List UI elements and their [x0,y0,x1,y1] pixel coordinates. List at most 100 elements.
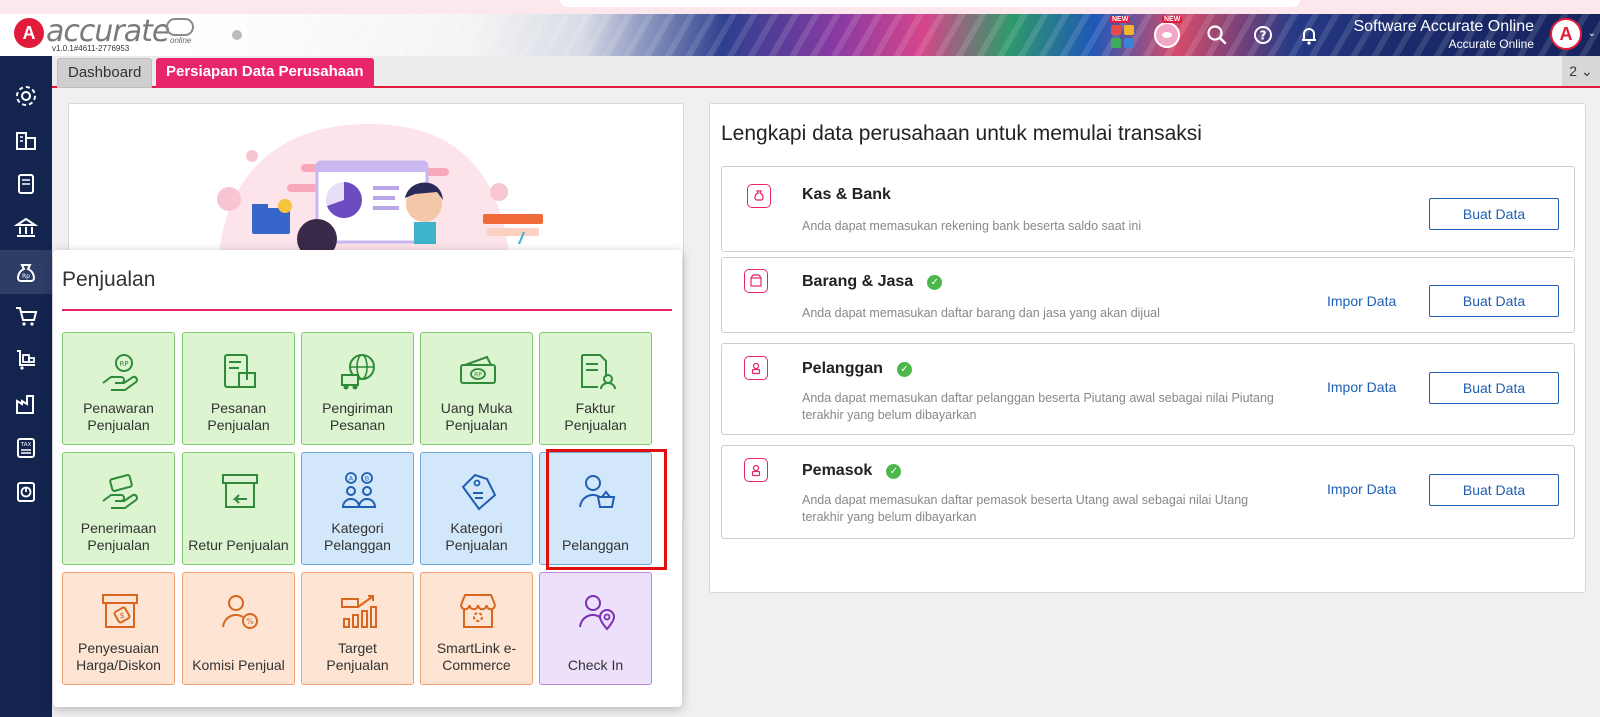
tab-dashboard[interactable]: Dashboard [57,58,153,88]
tile-label: Penerimaan Penjualan [80,520,157,553]
check-icon: ✓ [886,464,902,479]
chevron-down-icon[interactable]: ⌄ [1588,28,1596,39]
sidebar-item-tax[interactable]: TAX [0,426,52,470]
tile-label: Kategori Pelanggan [324,520,391,553]
app-version: v1.0.1#4611-2776953 [52,44,130,53]
tile-label: Kategori Penjualan [445,520,508,553]
tile-label: Faktur Penjualan [564,400,627,433]
people-category-icon: AB [341,472,377,508]
tile-label: Target Penjualan [326,640,389,673]
person-bag-icon [744,458,768,482]
svg-text:A: A [349,475,354,483]
hand-cash-icon [102,474,138,509]
highlight-box [546,449,667,570]
sidebar-item-bank[interactable] [0,206,52,250]
tile-penerimaan-penjualan[interactable]: Penerimaan Penjualan [62,452,175,565]
card-title: Pemasok ✓ [802,462,902,480]
price-box-icon: $ [102,594,138,628]
impor-data-button[interactable]: Impor Data [1327,293,1396,309]
tile-check-in[interactable]: Check In [539,572,652,685]
buat-data-button[interactable]: Buat Data [1429,372,1559,404]
money-bag-icon: Rp [16,264,36,282]
hand-money-icon: RP [102,354,138,391]
svg-text:?: ? [1260,29,1267,43]
apps-grid-icon[interactable]: NEW [1108,16,1134,48]
tile-label: Penyesuaian Harga/Diskon [76,640,161,673]
check-icon: ✓ [927,275,943,290]
tile-target-penjualan[interactable]: Target Penjualan [301,572,414,685]
document-box-icon [224,354,256,388]
setup-card-pemasok: Pemasok ✓ Anda dapat memasukan daftar pem… [721,445,1575,539]
tile-kategori-pelanggan[interactable]: AB Kategori Pelanggan [301,452,414,565]
buat-data-button[interactable]: Buat Data [1429,285,1559,317]
tile-penyesuaian-harga-diskon[interactable]: $ Penyesuaian Harga/Diskon [62,572,175,685]
tile-label: Komisi Penjual [192,657,285,673]
svg-text:RP: RP [119,360,128,368]
money-bag-icon [747,184,771,208]
card-description: Anda dapat memasukan daftar barang dan j… [802,306,1160,320]
buat-data-button[interactable]: Buat Data [1429,198,1559,230]
user-avatar[interactable]: A [1550,18,1582,50]
sidebar-item-inventory[interactable] [0,338,52,382]
tile-label: Pengiriman Pesanan [322,400,393,433]
pie-report-icon [17,482,35,502]
tag-icon [461,473,497,511]
svg-text:B: B [365,475,369,483]
check-icon: ✓ [896,362,912,377]
setup-panel: Lengkapi data perusahaan untuk memulai t… [709,103,1586,593]
growth-chart-icon [341,595,377,628]
search-icon[interactable] [1204,22,1230,48]
cart-icon [16,307,38,326]
card-title: Kas & Bank [802,186,891,203]
sidebar-item-ledger[interactable] [0,162,52,206]
tab-persiapan-data[interactable]: Persiapan Data Perusahaan [156,58,374,88]
tile-retur-penjualan[interactable]: Retur Penjualan [182,452,295,565]
setup-card-kas-bank: Kas & Bank Anda dapat memasukan rekening… [721,166,1575,252]
sidebar-item-purchase[interactable] [0,294,52,338]
tile-pengiriman-pesanan[interactable]: Pengiriman Pesanan [301,332,414,445]
open-tabs-dropdown[interactable]: 2 ⌄ [1562,56,1600,86]
bell-icon[interactable] [1296,22,1322,48]
company-name[interactable]: Software Accurate Online [1353,18,1534,36]
tab-bar: Dashboard Persiapan Data Perusahaan 2 ⌄ [52,56,1600,88]
card-title: Barang & Jasa ✓ [802,273,943,291]
tile-label: Retur Penjualan [188,537,289,553]
store-gear-icon [460,594,496,628]
sidebar: Rp TAX [0,56,52,717]
sidebar-item-settings[interactable] [0,74,52,118]
tile-uang-muka-penjualan[interactable]: RP Uang Muka Penjualan [420,332,533,445]
sidebar-item-company[interactable] [0,118,52,162]
tile-label: Check In [567,657,624,673]
factory-icon [16,395,34,414]
tile-smartlink-ecommerce[interactable]: SmartLink e-Commerce [420,572,533,685]
tile-penawaran-penjualan[interactable]: RP Penawaran Penjualan [62,332,175,445]
accurate-logo-icon[interactable]: A [14,18,44,48]
person-percent-icon: % [222,595,258,629]
tile-pesanan-penjualan[interactable]: Pesanan Penjualan [182,332,295,445]
sidebar-item-assets[interactable] [0,382,52,426]
impor-data-button[interactable]: Impor Data [1327,379,1396,395]
card-description: Anda dapat memasukan daftar pemasok bese… [802,493,1249,524]
tile-faktur-penjualan[interactable]: Faktur Penjualan [539,332,652,445]
tile-kategori-penjualan[interactable]: Kategori Penjualan [420,452,533,565]
tile-label: Uang Muka Penjualan [440,400,513,433]
buat-data-button[interactable]: Buat Data [1429,474,1559,506]
mascot-icon[interactable]: NEW [1154,16,1183,48]
card-description: Anda dapat memasukan daftar pelanggan be… [802,391,1274,422]
tile-label: Penawaran Penjualan [83,400,154,433]
cash-stack-icon: RP [460,355,496,384]
tile-label: Pesanan Penjualan [207,400,270,433]
impor-data-button[interactable]: Impor Data [1327,481,1396,497]
sidebar-item-reports[interactable] [0,470,52,514]
popup-title: Penjualan [62,268,156,291]
tile-komisi-penjual[interactable]: % Komisi Penjual [182,572,295,685]
book-icon [18,174,34,194]
building-icon [16,132,36,150]
card-title: Pelanggan ✓ [802,360,912,378]
tile-label: SmartLink e-Commerce [436,640,517,673]
top-strip [0,0,1600,14]
sidebar-item-sales[interactable]: Rp [0,250,52,294]
company-subtitle: Accurate Online [1448,37,1534,51]
globe-truck-icon [341,354,375,390]
help-icon[interactable]: ? [1250,22,1276,48]
